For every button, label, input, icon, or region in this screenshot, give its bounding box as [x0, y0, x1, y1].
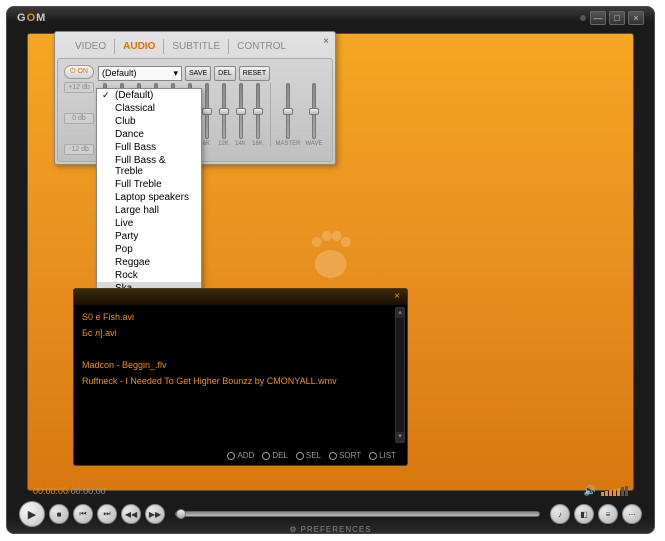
- aux-button-4[interactable]: ⋯: [622, 504, 642, 524]
- check-icon: ✓: [102, 90, 110, 101]
- preset-option[interactable]: Full Bass: [97, 141, 201, 154]
- maximize-button[interactable]: □: [609, 11, 625, 25]
- db-label: 0 db: [64, 113, 94, 124]
- playlist-item[interactable]: S0 e Fish.avi: [82, 309, 399, 325]
- reset-preset-button[interactable]: RESET: [239, 66, 270, 81]
- playlist-panel: × S0 e Fish.aviБс л].avi Madcon - Beggin…: [73, 288, 408, 466]
- preset-select[interactable]: (Default)▾: [98, 66, 182, 81]
- eq-band-12K[interactable]: 12K: [217, 83, 230, 147]
- db-label: -12 db: [64, 144, 94, 155]
- eq-on-toggle[interactable]: ⏻ ON: [64, 65, 94, 79]
- playlist-close-button[interactable]: ×: [391, 291, 403, 303]
- tray-icon[interactable]: [580, 15, 586, 21]
- playlist-item[interactable]: [82, 341, 399, 357]
- stop-button[interactable]: ■: [49, 504, 69, 524]
- titlebar: GOM — □ ×: [7, 7, 654, 29]
- rewind-button[interactable]: ◀◀: [121, 504, 141, 524]
- volume-icon[interactable]: 🔊: [584, 486, 596, 497]
- playlist-add-button[interactable]: ADD: [224, 450, 257, 461]
- tab-subtitle[interactable]: SUBTITLE: [164, 39, 229, 54]
- preset-option[interactable]: Large hall: [97, 204, 201, 217]
- volume-meter[interactable]: [600, 486, 628, 496]
- preset-option[interactable]: Pop: [97, 243, 201, 256]
- scroll-up-button[interactable]: ▴: [396, 308, 404, 318]
- preset-option[interactable]: Party: [97, 230, 201, 243]
- playlist-scrollbar[interactable]: ▴ ▾: [395, 307, 405, 443]
- eq-master[interactable]: MASTER: [277, 83, 299, 147]
- seek-bar[interactable]: [175, 511, 540, 517]
- playlist-header: ×: [74, 289, 407, 305]
- panel-close-button[interactable]: ×: [323, 36, 329, 47]
- playlist-sel-button[interactable]: SEL: [293, 450, 324, 461]
- aux-button-1[interactable]: ♪: [550, 504, 570, 524]
- preset-option[interactable]: Live: [97, 217, 201, 230]
- status-bar: 00:00:00 / 00:00:00 🔊: [27, 483, 634, 499]
- forward-button[interactable]: ▶▶: [145, 504, 165, 524]
- preset-option[interactable]: (Default)✓: [97, 89, 201, 102]
- play-button[interactable]: ▶: [19, 501, 45, 527]
- preset-option[interactable]: Dance: [97, 128, 201, 141]
- preset-option[interactable]: Reggae: [97, 256, 201, 269]
- minimize-button[interactable]: —: [590, 11, 606, 25]
- prev-button[interactable]: ⏮: [73, 504, 93, 524]
- playlist-del-button[interactable]: DEL: [259, 450, 291, 461]
- playlist-item[interactable]: Madcon - Beggin_.flv: [82, 357, 399, 373]
- preset-option[interactable]: Classical: [97, 102, 201, 115]
- preset-option[interactable]: Full Bass & Treble: [97, 154, 201, 178]
- eq-wave[interactable]: WAVE: [303, 83, 325, 147]
- playlist-list-button[interactable]: LIST: [366, 450, 399, 461]
- panel-tabs: VIDEO AUDIO SUBTITLE CONTROL: [55, 32, 335, 56]
- tab-audio[interactable]: AUDIO: [115, 39, 164, 54]
- tab-video[interactable]: VIDEO: [67, 39, 115, 54]
- save-preset-button[interactable]: SAVE: [185, 66, 211, 81]
- next-button[interactable]: ⏭: [97, 504, 117, 524]
- preferences-link[interactable]: ⚙PREFERENCES: [289, 525, 371, 534]
- time-current: 00:00:00: [33, 486, 68, 496]
- aux-button-3[interactable]: ≡: [598, 504, 618, 524]
- aux-button-2[interactable]: ◧: [574, 504, 594, 524]
- playlist-sort-button[interactable]: SORT: [326, 450, 364, 461]
- preset-option[interactable]: Rock: [97, 269, 201, 282]
- preset-option[interactable]: Laptop speakers: [97, 191, 201, 204]
- app-logo: GOM: [17, 12, 46, 24]
- scroll-down-button[interactable]: ▾: [396, 432, 404, 442]
- preset-option[interactable]: Club: [97, 115, 201, 128]
- delete-preset-button[interactable]: DEL: [214, 66, 236, 81]
- db-label: +12 db: [64, 82, 94, 93]
- close-button[interactable]: ×: [628, 11, 644, 25]
- tab-control[interactable]: CONTROL: [229, 39, 294, 54]
- seek-thumb[interactable]: [176, 509, 186, 519]
- eq-band-14K[interactable]: 14K: [234, 83, 247, 147]
- preset-option[interactable]: Full Treble: [97, 178, 201, 191]
- playlist-item[interactable]: Бс л].avi: [82, 325, 399, 341]
- chevron-down-icon: ▾: [173, 68, 178, 79]
- eq-band-16K[interactable]: 16K: [251, 83, 264, 147]
- footprint-icon: [301, 224, 361, 284]
- time-total: 00:00:00: [71, 486, 106, 496]
- playlist-item[interactable]: Ruffneck - I Needed To Get Higher Bounzz…: [82, 373, 399, 389]
